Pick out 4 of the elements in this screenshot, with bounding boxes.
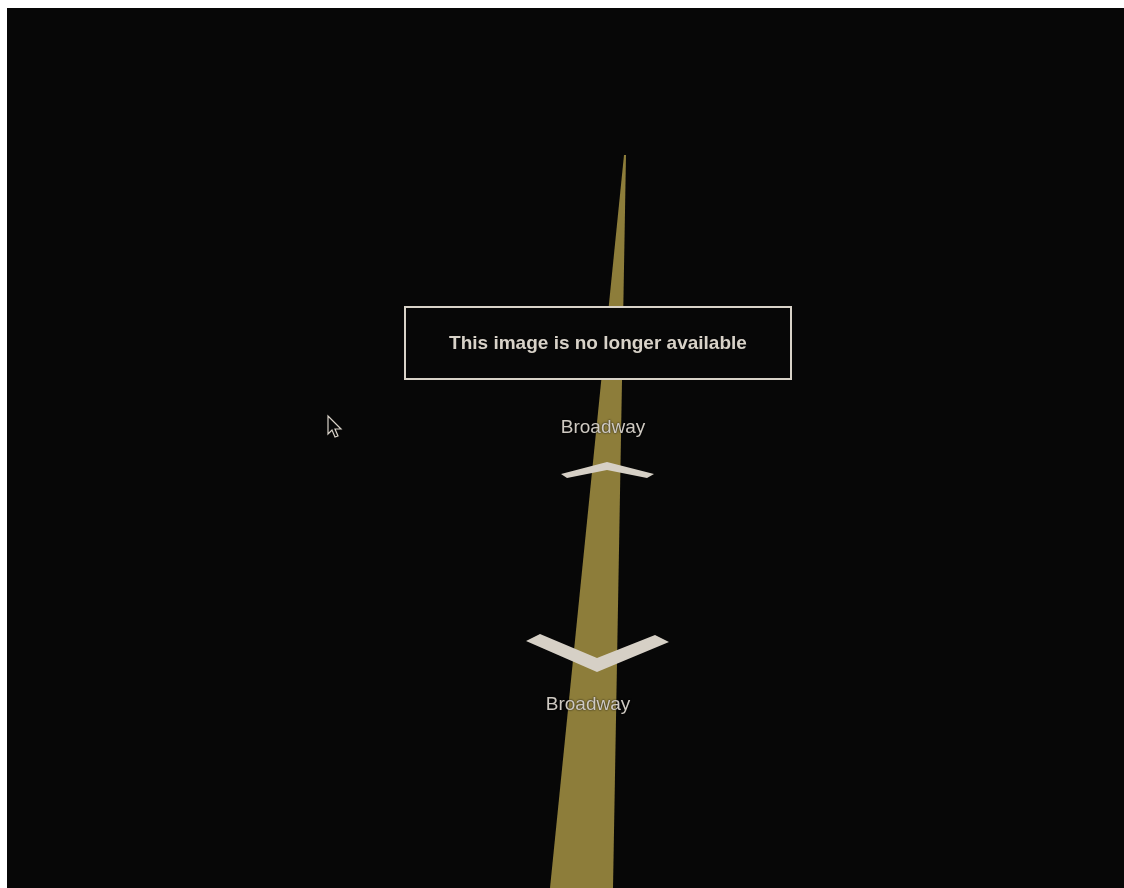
unavailable-message: This image is no longer available	[404, 306, 792, 380]
chevron-down-icon[interactable]	[526, 634, 669, 672]
cursor-icon	[327, 414, 343, 438]
chevron-up-icon[interactable]	[561, 462, 654, 478]
